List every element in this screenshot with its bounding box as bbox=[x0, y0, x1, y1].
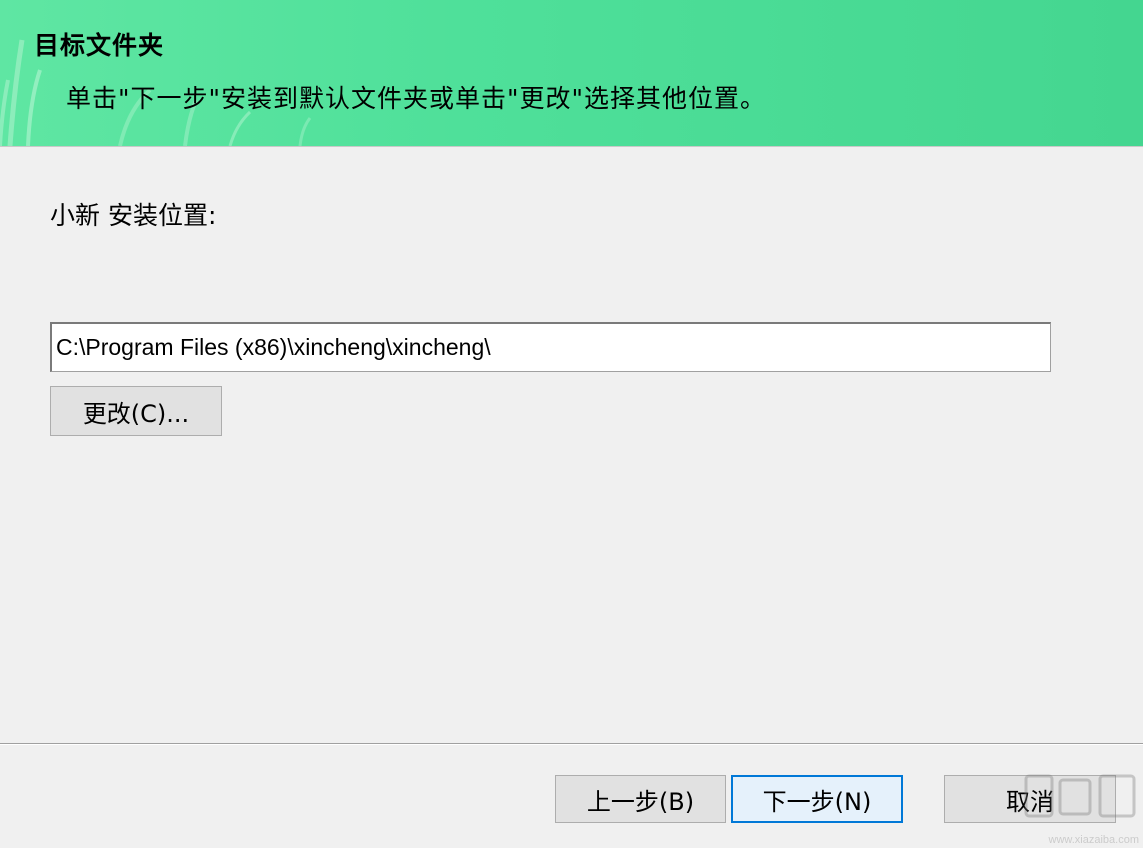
grass-decoration bbox=[0, 39, 312, 146]
install-path-field[interactable] bbox=[50, 322, 1051, 372]
next-button[interactable]: 下一步(N) bbox=[731, 775, 903, 823]
footer-divider bbox=[0, 743, 1143, 745]
dialog-header-banner: 目标文件夹 单击"下一步"安装到默认文件夹或单击"更改"选择其他位置。 bbox=[0, 0, 1143, 147]
page-title: 目标文件夹 bbox=[34, 31, 165, 60]
change-button[interactable]: 更改(C)... bbox=[50, 386, 222, 436]
install-location-label: 小新 安装位置: bbox=[50, 201, 217, 230]
page-subtitle: 单击"下一步"安装到默认文件夹或单击"更改"选择其他位置。 bbox=[66, 84, 766, 113]
back-button[interactable]: 上一步(B) bbox=[555, 775, 726, 823]
cancel-button[interactable]: 取消 bbox=[944, 775, 1116, 823]
watermark-url: www.xiazaiba.com bbox=[1048, 834, 1139, 846]
